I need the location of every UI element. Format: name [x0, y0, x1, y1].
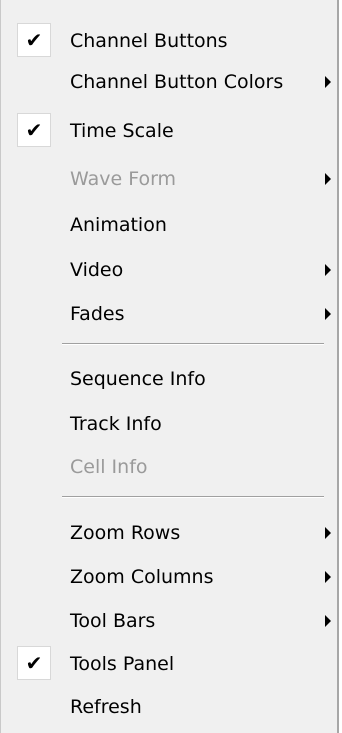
menu-item-zoom-rows[interactable]: Zoom Rows: [1, 512, 337, 553]
menu-item-channel-buttons[interactable]: ✔ Channel Buttons: [1, 20, 337, 61]
menu-item-label: Wave Form: [70, 167, 177, 190]
checkmark-icon: ✔: [17, 23, 51, 57]
menu-item-cell-info: Cell Info: [1, 446, 337, 487]
menu-item-label: Animation: [70, 213, 167, 236]
context-menu: ✔ Channel Buttons Channel Button Colors …: [0, 0, 339, 733]
menu-item-animation[interactable]: Animation: [1, 204, 337, 245]
submenu-arrow-icon: [325, 263, 331, 276]
menu-item-label: Tool Bars: [70, 609, 156, 632]
menu-item-label: Sequence Info: [70, 367, 206, 390]
menu-item-label: Time Scale: [70, 119, 174, 142]
submenu-arrow-icon: [325, 75, 331, 88]
menu-item-label: Video: [70, 258, 124, 281]
menu-item-fades[interactable]: Fades: [1, 293, 337, 334]
menu-item-label: Channel Buttons: [70, 29, 228, 52]
submenu-arrow-icon: [325, 526, 331, 539]
menu-item-track-info[interactable]: Track Info: [1, 403, 337, 444]
menu-separator: [62, 343, 324, 345]
menu-item-zoom-columns[interactable]: Zoom Columns: [1, 556, 337, 597]
submenu-arrow-icon: [325, 307, 331, 320]
menu-item-tools-panel[interactable]: ✔ Tools Panel: [1, 643, 337, 684]
menu-item-label: Tools Panel: [70, 652, 175, 675]
menu-item-sequence-info[interactable]: Sequence Info: [1, 358, 337, 399]
menu-item-label: Track Info: [70, 412, 162, 435]
menu-item-label: Refresh: [70, 695, 142, 718]
menu-item-label: Zoom Columns: [70, 565, 214, 588]
submenu-arrow-icon: [325, 172, 331, 185]
menu-item-label: Channel Button Colors: [70, 70, 284, 93]
submenu-arrow-icon: [325, 570, 331, 583]
menu-item-video[interactable]: Video: [1, 249, 337, 290]
menu-item-label: Fades: [70, 302, 125, 325]
menu-item-tool-bars[interactable]: Tool Bars: [1, 600, 337, 641]
menu-item-wave-form: Wave Form: [1, 158, 337, 199]
menu-item-channel-button-colors[interactable]: Channel Button Colors: [1, 61, 337, 102]
menu-item-time-scale[interactable]: ✔ Time Scale: [1, 110, 337, 151]
menu-item-refresh[interactable]: Refresh: [1, 686, 337, 727]
menu-item-label: Cell Info: [70, 455, 148, 478]
checkmark-icon: ✔: [17, 113, 51, 147]
menu-separator: [62, 496, 324, 498]
checkmark-icon: ✔: [17, 646, 51, 680]
menu-item-label: Zoom Rows: [70, 521, 181, 544]
submenu-arrow-icon: [325, 614, 331, 627]
